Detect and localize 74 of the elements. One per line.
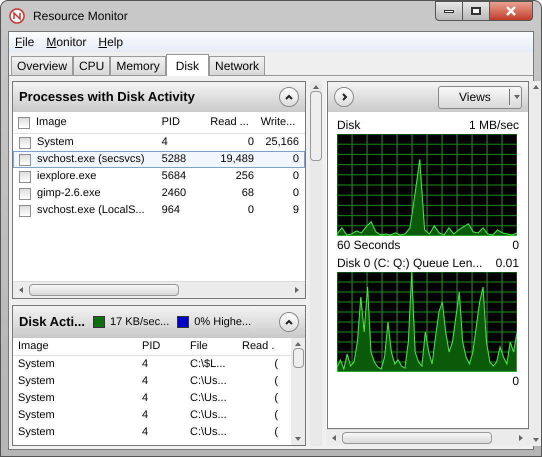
table-cell-text: C:\$L... — [190, 357, 226, 372]
window-title: Resource Monitor — [33, 8, 128, 25]
table-cell-text: 19,489 — [219, 152, 254, 168]
table-cell-text: svchost.exe (LocalS... — [37, 203, 146, 218]
table-cell-text: 2460 — [162, 186, 188, 202]
column-header[interactable]: Read . — [242, 338, 278, 355]
table-cell-text: ( — [273, 425, 278, 440]
table-cell-text: iexplore.exe — [37, 169, 98, 184]
graph-title: Disk 0 (C: Q:) Queue Len... — [337, 255, 482, 272]
table-cell-text: 68 — [240, 186, 254, 202]
table-cell-text: 4 — [142, 391, 150, 406]
legend-label: 0% Highe... — [194, 314, 252, 330]
table-cell-text: 964 — [162, 203, 181, 218]
table-cell-text: ( — [273, 374, 278, 390]
table-cell-text: System — [37, 135, 75, 150]
graph-min-label: 0 — [512, 373, 519, 390]
table-cell-text: 0 — [246, 135, 254, 150]
table-cell-text: 0 — [292, 186, 299, 202]
table-cell-text: ( — [273, 408, 278, 424]
column-header[interactable]: File — [190, 338, 236, 355]
column-header[interactable]: PID — [162, 114, 204, 131]
table-cell-text: System — [18, 425, 56, 440]
table-cell-text: 4 — [142, 374, 150, 390]
table-row[interactable]: iexplore.exe 5684 256 0 — [13, 168, 305, 185]
table-cell-text: 4 — [162, 135, 169, 150]
table-cell-text: ( — [273, 357, 278, 372]
table-cell-text: 256 — [234, 169, 254, 184]
column-header[interactable]: Write... — [260, 114, 300, 131]
table-cell-text: 0 — [292, 152, 299, 168]
table-cell-text: 5288 — [162, 152, 188, 168]
graph-min-label: 0 — [512, 237, 519, 254]
table-cell-text: ( — [273, 391, 278, 406]
table-cell-text: C:\Us... — [190, 374, 228, 390]
tab[interactable]: Memory — [110, 56, 166, 75]
table-cell-text: svchost.exe (secsvcs) — [37, 152, 146, 168]
table-cell-text: 25,166 — [264, 135, 299, 150]
menu-item[interactable]: Help — [98, 33, 124, 51]
table-cell-text: 0 — [246, 203, 254, 218]
table-cell-text: 0 — [292, 169, 299, 184]
section-title: Processes with Disk Activity — [19, 88, 195, 106]
table-row[interactable]: svchost.exe (secsvcs) 5288 19,489 0 — [13, 151, 305, 168]
table-row[interactable]: System 4 0 25,166 — [13, 134, 305, 151]
table-cell-text: gimp-2.6.exe — [37, 186, 102, 202]
column-header[interactable]: Image — [36, 114, 156, 131]
table-cell-text: 5684 — [162, 169, 188, 184]
section-title: Disk Acti... — [19, 313, 85, 332]
legend-label: 17 KB/sec... — [110, 314, 170, 330]
table-row[interactable]: gimp-2.6.exe 2460 68 0 — [13, 185, 305, 202]
views-button[interactable]: Views — [438, 86, 522, 108]
table-cell-text: 9 — [292, 203, 299, 218]
graph-title: Disk — [337, 117, 360, 134]
table-row[interactable]: svchost.exe (LocalS... 964 0 9 — [13, 202, 305, 219]
table-cell-text: 4 — [142, 357, 150, 372]
column-header[interactable]: Read ... — [210, 114, 255, 131]
table-cell-text: C:\Us... — [190, 425, 228, 440]
tab[interactable]: Network — [209, 56, 266, 75]
menu-item[interactable]: Monitor — [46, 33, 86, 51]
menu-item[interactable]: File — [15, 33, 34, 51]
table-cell-text: System — [18, 391, 56, 406]
tab[interactable]: CPU — [73, 56, 110, 75]
table-cell-text: System — [18, 357, 56, 372]
table-cell-text: System — [18, 408, 56, 424]
table-cell-text: 4 — [142, 425, 150, 440]
table-cell-text: C:\Us... — [190, 391, 228, 406]
table-cell-text: System — [18, 374, 56, 390]
table-cell-text: C:\Us... — [190, 408, 228, 424]
table-cell-text: 4 — [142, 408, 150, 424]
tab[interactable]: Disk — [166, 54, 210, 76]
column-header[interactable]: PID — [142, 338, 184, 355]
graph-max-label: 0.01 — [496, 255, 519, 272]
tab[interactable]: Overview — [11, 56, 74, 75]
graph-time-label: 60 Seconds — [337, 237, 400, 254]
graph-max-label: 1 MB/sec — [468, 117, 519, 134]
column-header[interactable]: Image — [18, 338, 136, 355]
